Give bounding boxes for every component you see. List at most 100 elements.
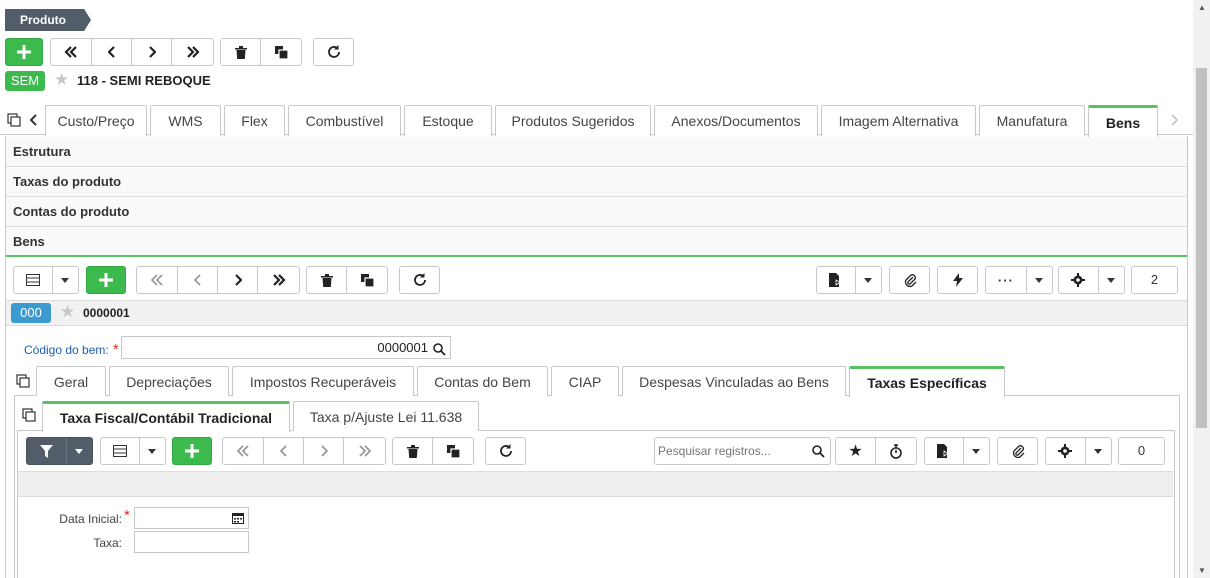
file-export-icon xyxy=(937,444,950,458)
report-caret-button[interactable] xyxy=(856,267,881,293)
grid-attach-button[interactable] xyxy=(997,437,1038,465)
subtab-depreciacoes[interactable]: Depreciações xyxy=(109,366,229,396)
bens-add-button[interactable] xyxy=(86,266,126,294)
report-button[interactable] xyxy=(817,267,856,293)
sub-tabs-menu-icon[interactable] xyxy=(16,374,30,391)
grid-settings-button[interactable] xyxy=(1046,438,1086,464)
filter-dropdown[interactable] xyxy=(26,437,93,465)
previous-record-button[interactable] xyxy=(92,39,132,65)
bolt-icon xyxy=(952,273,963,287)
last-record-button[interactable] xyxy=(172,39,213,65)
bens-first-button[interactable] xyxy=(137,267,178,293)
next-record-button[interactable] xyxy=(132,39,172,65)
section-bens[interactable]: Bens xyxy=(6,227,1187,257)
bens-next-button[interactable] xyxy=(218,267,258,293)
settings-button[interactable] xyxy=(1059,267,1099,293)
innertab-taxa-fiscal[interactable]: Taxa Fiscal/Contábil Tradicional xyxy=(42,401,290,432)
add-button[interactable] xyxy=(5,38,43,66)
inner-tabs-menu-icon[interactable] xyxy=(22,408,36,425)
favorites-button[interactable]: ★ xyxy=(836,438,877,464)
grid-view-caret-button[interactable] xyxy=(140,438,165,464)
bens-favorite-star-icon[interactable]: ★ xyxy=(60,302,75,322)
bens-action-button[interactable] xyxy=(937,266,978,294)
caret-down-icon xyxy=(1035,277,1044,283)
bens-delete-button[interactable] xyxy=(307,267,348,293)
filter-button[interactable] xyxy=(27,438,67,464)
bens-prev-button[interactable] xyxy=(178,267,218,293)
grid-delete-button[interactable] xyxy=(393,438,434,464)
innertab-taxa-ajuste[interactable]: Taxa p/Ajuste Lei 11.638 xyxy=(293,401,479,431)
view-caret-button[interactable] xyxy=(53,267,78,293)
calendar-icon[interactable] xyxy=(232,512,244,527)
tabs-menu-icon[interactable] xyxy=(7,113,21,130)
search-icon[interactable] xyxy=(812,445,825,461)
bens-settings-dropdown[interactable] xyxy=(1058,266,1125,294)
bens-attach-button[interactable] xyxy=(889,266,930,294)
grid-first-button[interactable] xyxy=(223,438,264,464)
grid-view-button[interactable] xyxy=(14,267,53,293)
grid-view-dropdown[interactable] xyxy=(100,437,166,465)
tabs-scroll-left-icon[interactable] xyxy=(29,114,38,129)
grid-report-caret-button[interactable] xyxy=(964,438,989,464)
breadcrumb[interactable]: Produto xyxy=(5,9,91,31)
chevron-right-icon xyxy=(234,274,242,286)
bens-refresh-button[interactable] xyxy=(399,266,440,294)
filter-caret-button[interactable] xyxy=(67,438,92,464)
copy-button[interactable] xyxy=(261,39,301,65)
tab-custo-preco[interactable]: Custo/Preço xyxy=(45,105,147,136)
tab-flex[interactable]: Flex xyxy=(224,105,285,136)
tab-estoque[interactable]: Estoque xyxy=(404,105,492,136)
tabs-scroll-right-icon[interactable] xyxy=(1170,114,1179,129)
tab-bens[interactable]: Bens xyxy=(1088,105,1158,137)
tab-manufatura[interactable]: Manufatura xyxy=(979,105,1085,136)
section-estrutura[interactable]: Estrutura xyxy=(6,137,1187,167)
subtab-impostos-recuperaveis[interactable]: Impostos Recuperáveis xyxy=(232,366,414,396)
tab-combustivel[interactable]: Combustível xyxy=(288,105,401,136)
bens-more-dropdown[interactable]: ··· xyxy=(985,266,1053,294)
scrollbar-thumb[interactable] xyxy=(1196,68,1207,428)
bens-report-dropdown[interactable] xyxy=(816,266,882,294)
grid-settings-dropdown[interactable] xyxy=(1045,437,1112,465)
grid-report-dropdown[interactable] xyxy=(924,437,990,465)
bens-copy-button[interactable] xyxy=(347,267,387,293)
grid-copy-button[interactable] xyxy=(433,438,473,464)
grid-settings-caret-button[interactable] xyxy=(1086,438,1111,464)
data-inicial-field[interactable] xyxy=(134,507,249,529)
subtab-taxas-especificas[interactable]: Taxas Específicas xyxy=(849,366,1005,397)
grid-table-button[interactable] xyxy=(101,438,140,464)
copy-icon xyxy=(446,444,460,458)
grid-report-button[interactable] xyxy=(925,438,964,464)
grid-refresh-button[interactable] xyxy=(485,437,526,465)
subtab-despesas-vinculadas[interactable]: Despesas Vinculadas ao Bens xyxy=(622,366,846,396)
refresh-button[interactable] xyxy=(313,38,354,66)
section-contas-do-produto[interactable]: Contas do produto xyxy=(6,197,1187,227)
first-record-button[interactable] xyxy=(51,39,92,65)
tab-produtos-sugeridos[interactable]: Produtos Sugeridos xyxy=(495,105,651,136)
favorite-star-icon[interactable]: ★ xyxy=(54,70,69,90)
grid-add-button[interactable] xyxy=(172,437,212,465)
codigo-bem-field[interactable]: 0000001 xyxy=(121,336,451,359)
search-icon[interactable] xyxy=(433,341,446,362)
page-scrollbar[interactable]: ▲ ▼ xyxy=(1193,0,1210,578)
more-button[interactable]: ··· xyxy=(986,267,1027,293)
more-caret-button[interactable] xyxy=(1027,267,1052,293)
delete-button[interactable] xyxy=(221,39,262,65)
bens-view-dropdown[interactable] xyxy=(13,266,79,294)
tab-wms[interactable]: WMS xyxy=(150,105,221,136)
bens-last-button[interactable] xyxy=(258,267,299,293)
section-taxas-do-produto[interactable]: Taxas do produto xyxy=(6,167,1187,197)
caret-down-icon xyxy=(1094,448,1103,454)
timer-button[interactable] xyxy=(876,438,916,464)
grid-next-button[interactable] xyxy=(304,438,344,464)
subtab-geral[interactable]: Geral xyxy=(36,366,106,396)
grid-last-button[interactable] xyxy=(344,438,385,464)
subtab-ciap[interactable]: CIAP xyxy=(551,366,619,396)
search-input[interactable] xyxy=(654,437,831,465)
grid-prev-button[interactable] xyxy=(264,438,304,464)
settings-caret-button[interactable] xyxy=(1099,267,1124,293)
tab-imagem-alternativa[interactable]: Imagem Alternativa xyxy=(821,105,976,136)
subtab-contas-do-bem[interactable]: Contas do Bem xyxy=(417,366,548,396)
gear-icon xyxy=(1071,273,1086,287)
tab-anexos-documentos[interactable]: Anexos/Documentos xyxy=(654,105,818,136)
taxa-field[interactable] xyxy=(134,531,249,553)
